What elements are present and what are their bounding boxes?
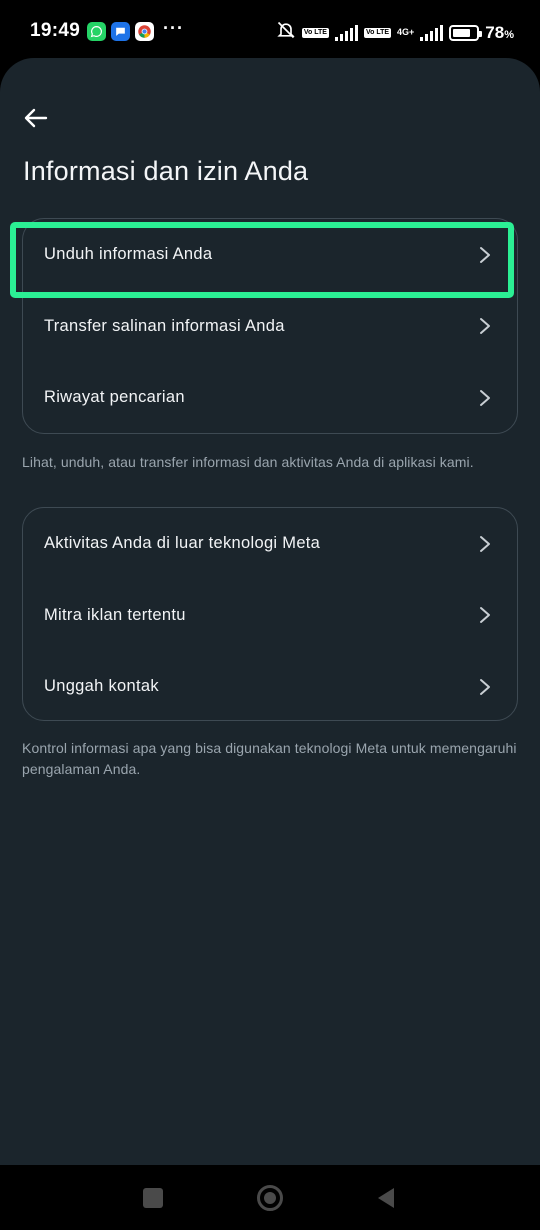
menu-item-label: Unggah kontak xyxy=(44,677,159,696)
chevron-right-icon xyxy=(480,607,490,624)
more-notifications-icon: ··· xyxy=(163,18,184,38)
nav-back-button[interactable] xyxy=(376,1187,396,1209)
chevron-right-icon xyxy=(480,535,490,552)
menu-item-label: Aktivitas Anda di luar teknologi Meta xyxy=(44,534,321,553)
menu-item-download-info[interactable]: Unduh informasi Anda xyxy=(23,219,517,291)
battery-percent: 78% xyxy=(485,22,514,42)
network-type: 4G+ xyxy=(397,27,415,37)
status-indicators: Vo LTE Vo LTE 4G+ 78% xyxy=(276,20,514,45)
activity-card: Aktivitas Anda di luar teknologi Meta Mi… xyxy=(22,507,518,721)
menu-item-transfer-copy[interactable]: Transfer salinan informasi Anda xyxy=(23,291,517,363)
signal-icon-1 xyxy=(334,24,358,41)
menu-item-label: Unduh informasi Anda xyxy=(44,245,213,264)
status-time: 19:49 xyxy=(30,20,81,41)
menu-item-label: Transfer salinan informasi Anda xyxy=(44,316,285,335)
messages-icon xyxy=(111,22,130,41)
info-card: Unduh informasi Anda Transfer salinan in… xyxy=(22,218,518,434)
battery-icon xyxy=(449,24,483,41)
menu-item-label: Mitra iklan tertentu xyxy=(44,605,186,624)
menu-item-label: Riwayat pencarian xyxy=(44,388,185,407)
page-title: Informasi dan izin Anda xyxy=(23,156,309,186)
recents-button[interactable] xyxy=(143,1187,163,1208)
home-button[interactable] xyxy=(257,1184,283,1211)
chevron-right-icon xyxy=(480,678,490,695)
section-1-helper-text: Lihat, unduh, atau transfer informasi da… xyxy=(22,454,474,470)
mute-icon xyxy=(276,20,296,45)
chevron-right-icon xyxy=(480,318,490,335)
arrow-left-icon xyxy=(24,108,48,128)
section-2-helper-text: Kontrol informasi apa yang bisa digunaka… xyxy=(22,740,517,777)
volte-badge-2: Vo LTE xyxy=(363,27,392,38)
settings-sheet: Informasi dan izin Anda Unduh informasi … xyxy=(0,58,540,1165)
whatsapp-icon xyxy=(87,22,106,41)
status-bar: 19:49 ··· Vo LTE Vo LTE 4G+ 78% xyxy=(0,0,540,62)
notification-icons xyxy=(87,22,154,41)
chevron-right-icon xyxy=(480,246,490,263)
menu-item-upload-contacts[interactable]: Unggah kontak xyxy=(23,651,517,723)
system-nav-bar xyxy=(0,1165,540,1230)
chrome-icon xyxy=(135,22,154,41)
signal-icon-2 xyxy=(420,24,444,41)
menu-item-ad-partners[interactable]: Mitra iklan tertentu xyxy=(23,580,517,652)
menu-item-off-meta-activity[interactable]: Aktivitas Anda di luar teknologi Meta xyxy=(23,508,517,580)
volte-badge-1: Vo LTE xyxy=(301,27,329,38)
home-icon xyxy=(264,1191,276,1204)
back-button[interactable] xyxy=(18,100,54,136)
chevron-right-icon xyxy=(480,389,490,406)
menu-item-search-history[interactable]: Riwayat pencarian xyxy=(23,362,517,434)
